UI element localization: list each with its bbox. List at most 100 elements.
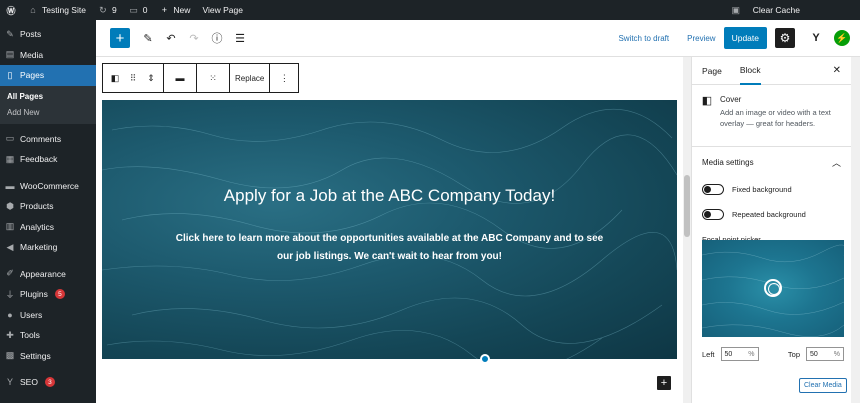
left-input[interactable]: 50 % (720, 347, 759, 361)
sidebar-item-label: Comments (20, 133, 62, 144)
content-position-group: ⁙ (197, 64, 230, 92)
sidebar-item-label: Pages (20, 70, 45, 81)
repeated-background-toggle[interactable] (702, 209, 724, 220)
more-options-group: ⋮ (270, 64, 298, 92)
cover-resize-handle[interactable] (480, 354, 490, 364)
list-view-icon[interactable]: ☰ (230, 28, 250, 48)
settings-icon: ▩ (5, 350, 15, 361)
view-page-link[interactable]: View Page (196, 0, 248, 20)
submenu-add-new[interactable]: Add New (0, 105, 96, 121)
editor-toolbar: + ✎ ↶ ↷ ⓘ ☰ Switch to draft Preview Upda… (96, 20, 860, 57)
yoast-seo-icon[interactable]: Y (806, 28, 826, 48)
clear-cache-link[interactable]: ▣ Clear Cache (725, 0, 860, 20)
content-position-icon[interactable]: ⁙ (202, 73, 224, 84)
block-inserter-button[interactable]: + (110, 28, 130, 48)
comment-bubble-icon: ▭ (129, 4, 138, 15)
fixed-background-toggle[interactable] (702, 184, 724, 195)
cover-block-icon: ◧ (701, 94, 713, 107)
block-toolbar: ◧ ⠿ ⇕ ▬ ⁙ Replace ⋮ (102, 63, 300, 93)
top-field: Top 50 % (788, 347, 844, 361)
top-label: Top (787, 349, 800, 359)
sidebar-item-users[interactable]: ● Users (0, 305, 96, 326)
sidebar-item-label: Analytics (20, 221, 55, 232)
left-unit: % (748, 350, 755, 358)
sidebar-item-plugins[interactable]: ⏚ Plugins 5 (0, 284, 96, 305)
cover-paragraph[interactable]: Click here to learn more about the oppor… (172, 230, 607, 266)
settings-gear-icon[interactable]: ⚙ (775, 28, 795, 48)
align-icon[interactable]: ▬ (169, 73, 191, 83)
fixed-background-row: Fixed background (692, 177, 851, 202)
move-up-down-icon[interactable]: ⇕ (144, 73, 158, 84)
sidebar-item-label: Tools (20, 330, 40, 341)
focal-point-picker[interactable] (702, 240, 844, 337)
sidebar-item-tools[interactable]: ✚ Tools (0, 325, 96, 346)
drag-handle-icon[interactable]: ⠿ (126, 73, 140, 84)
pages-submenu: All Pages Add New (0, 85, 96, 124)
submenu-all-pages[interactable]: All Pages (0, 89, 96, 105)
plug-icon: ⏚ (5, 289, 15, 300)
wordpress-logo-button[interactable]: Ⓦ (0, 0, 22, 20)
analytics-icon: ▥ (5, 221, 15, 232)
sidebar-item-settings[interactable]: ▩ Settings (0, 346, 96, 367)
clear-media-button[interactable]: Clear Media (799, 378, 847, 393)
block-card-title: Cover (720, 95, 742, 104)
panel-scrollbar[interactable] (851, 57, 860, 403)
sidebar-item-marketing[interactable]: ◀ Marketing (0, 237, 96, 258)
sidebar-item-seo[interactable]: Y SEO 3 (0, 372, 96, 393)
undo-icon[interactable]: ↶ (161, 28, 181, 48)
home-icon: ⌂ (30, 5, 36, 15)
feedback-icon: ▦ (5, 153, 15, 164)
sidebar-item-label: SEO (20, 377, 38, 388)
cache-icon: ▣ (731, 4, 740, 15)
chevron-up-icon: ︿ (831, 157, 841, 168)
sidebar-item-feedback[interactable]: ▦ Feedback (0, 149, 96, 170)
comment-icon: ▭ (5, 133, 15, 144)
tab-page[interactable]: Page (702, 57, 722, 85)
replace-button[interactable]: Replace (235, 74, 264, 83)
repeated-background-label: Repeated background (732, 210, 806, 219)
sidebar-item-label: Feedback (20, 154, 58, 165)
focal-point-handle[interactable] (764, 279, 782, 297)
left-value: 50 (724, 350, 733, 358)
editor-scrollbar[interactable] (683, 57, 691, 403)
updates-link[interactable]: ↻ 9 (92, 0, 123, 20)
update-button[interactable]: Update (723, 27, 767, 49)
site-name-link[interactable]: ⌂ Testing Site (22, 0, 92, 20)
cover-heading[interactable]: Apply for a Job at the ABC Company Today… (102, 186, 677, 206)
media-settings-toggle[interactable]: Media settings ︿ (692, 147, 851, 177)
sidebar-item-pages[interactable]: ▯ Pages (0, 65, 96, 86)
top-unit: % (833, 350, 840, 358)
panel-tabs: Page Block ✕ (692, 57, 851, 85)
comments-count: 0 (142, 5, 148, 15)
cover-block-icon[interactable]: ◧ (108, 73, 122, 84)
sidebar-item-media[interactable]: ▤ Media (0, 45, 96, 66)
more-options-icon[interactable]: ⋮ (275, 73, 293, 84)
jetpack-icon[interactable]: ⚡ (834, 30, 850, 46)
scrollbar-thumb[interactable] (684, 175, 690, 237)
sidebar-item-products[interactable]: ⬢ Products (0, 196, 96, 217)
details-info-icon[interactable]: ⓘ (207, 28, 227, 48)
comments-link[interactable]: ▭ 0 (123, 0, 154, 20)
redo-icon[interactable]: ↷ (184, 28, 204, 48)
sidebar-item-posts[interactable]: ✎ Posts (0, 24, 96, 45)
settings-sidebar: Page Block ✕ ◧ Cover Add an image or vid… (691, 57, 851, 403)
sidebar-item-appearance[interactable]: ✐ Appearance (0, 264, 96, 285)
close-icon[interactable]: ✕ (833, 65, 841, 76)
sidebar-item-woocommerce[interactable]: ▬ WooCommerce (0, 176, 96, 197)
sidebar-item-comments[interactable]: ▭ Comments (0, 129, 96, 150)
tab-block[interactable]: Block (739, 57, 761, 85)
sidebar-item-analytics[interactable]: ▥ Analytics (0, 217, 96, 238)
block-card-description: Add an image or video with a text overla… (720, 108, 831, 128)
switch-to-draft-button[interactable]: Switch to draft (618, 34, 669, 43)
updates-count: 9 (111, 5, 117, 15)
brush-icon: ✐ (6, 268, 14, 279)
top-input[interactable]: 50 % (806, 347, 844, 361)
sidebar-item-label: Appearance (20, 268, 66, 279)
tools-pencil-icon[interactable]: ✎ (138, 28, 158, 48)
new-content-link[interactable]: + New (153, 0, 196, 20)
add-block-button[interactable]: + (657, 376, 671, 390)
editor-canvas: ◧ ⠿ ⇕ ▬ ⁙ Replace ⋮ Apply for a Job at t… (96, 57, 683, 403)
media-settings-title: Media settings (702, 157, 754, 167)
cover-block[interactable]: Apply for a Job at the ABC Company Today… (102, 100, 677, 359)
preview-button[interactable]: Preview (687, 34, 715, 43)
